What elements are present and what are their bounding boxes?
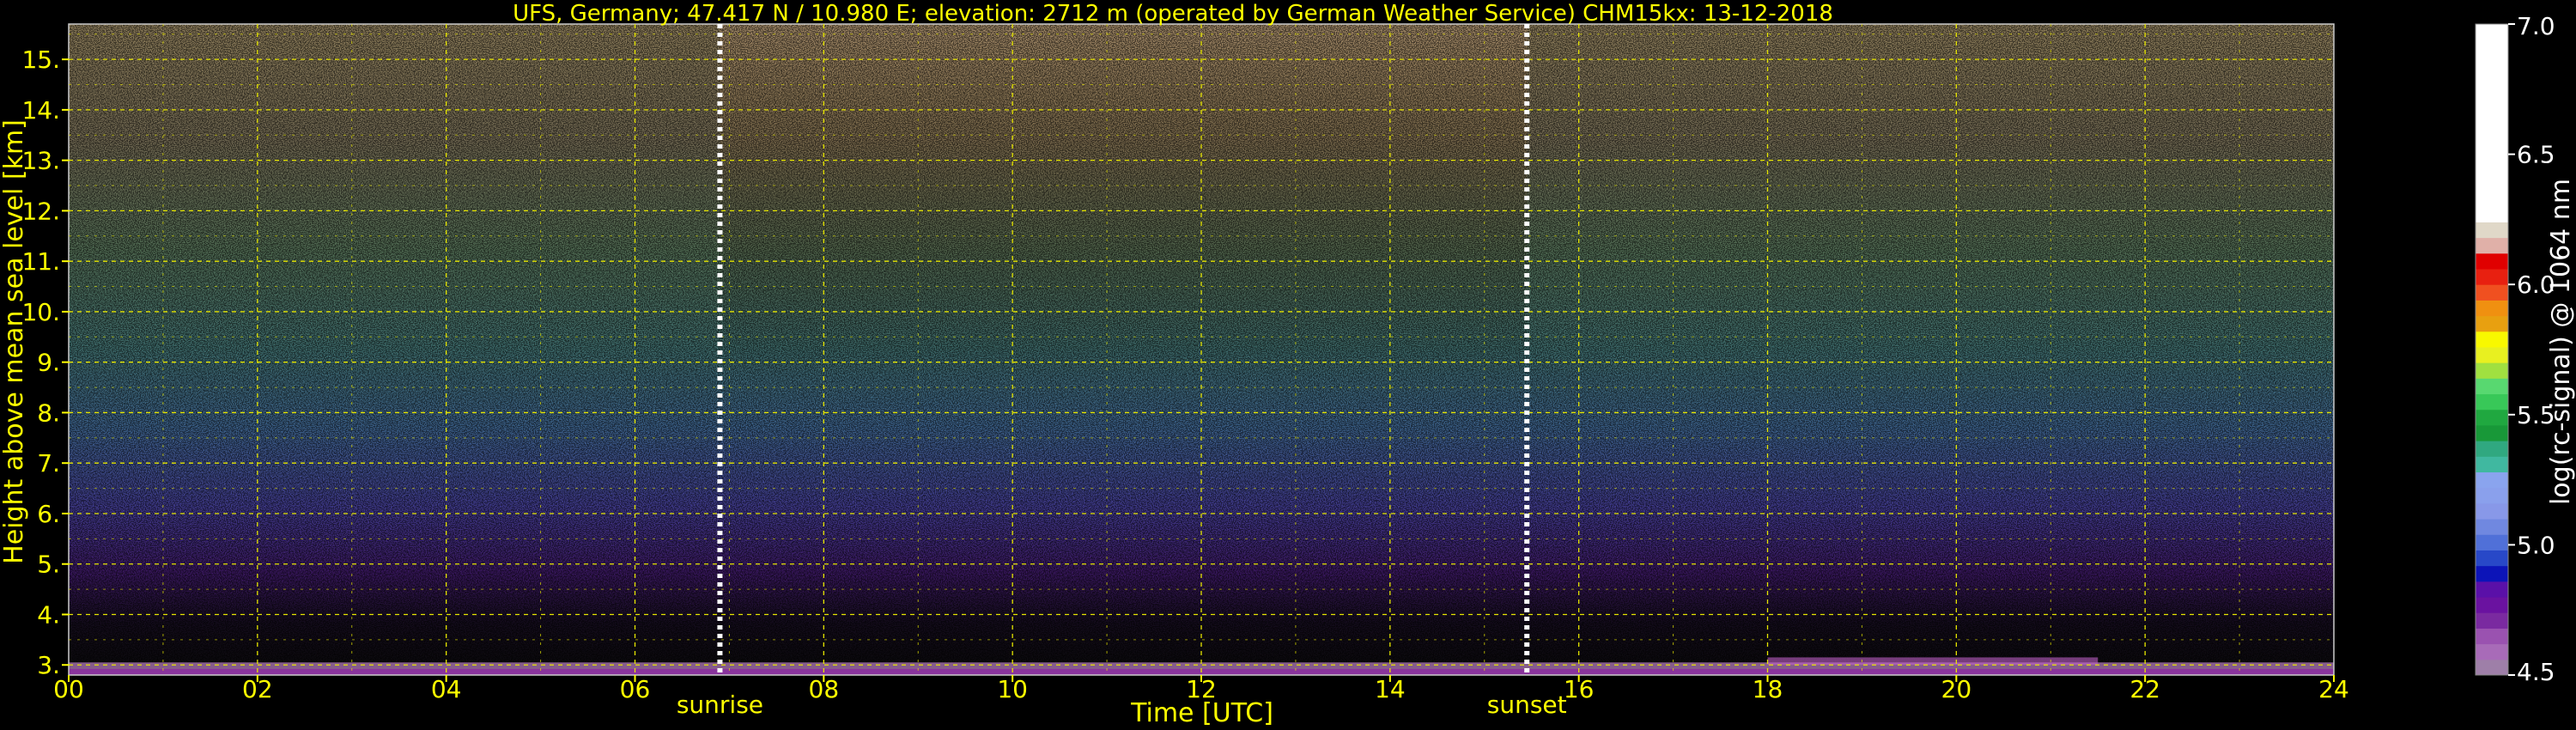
x-tick-label: 08 xyxy=(809,675,840,703)
colorbar-level xyxy=(2476,252,2508,270)
colorbar-level xyxy=(2476,300,2508,317)
colorbar-tick-label: 6.5 xyxy=(2517,141,2555,169)
ceilometer-chart: sunrise sunset 00 02 04 06 08 10 12 14 16 18 20 22 24… xyxy=(0,1,2576,728)
y-axis-label: Height above mean sea level [km] xyxy=(0,119,29,564)
colorbar-level xyxy=(2476,487,2508,504)
colorbar-level xyxy=(2476,409,2508,426)
x-tick-label: 18 xyxy=(1753,675,1783,703)
x-tick-label: 20 xyxy=(1941,675,1972,703)
y-tick-label: 9. xyxy=(37,349,60,377)
y-tick-label: 15. xyxy=(21,46,60,74)
colorbar-level xyxy=(2476,502,2508,520)
colorbar xyxy=(2475,23,2509,676)
y-tick-label: 6. xyxy=(37,500,60,528)
y-tick-label: 5. xyxy=(37,551,60,579)
colorbar-level xyxy=(2476,269,2508,285)
y-tick-label: 8. xyxy=(37,398,60,427)
colorbar-level xyxy=(2476,581,2508,598)
chart-title: UFS, Germany; 47.417 N / 10.980 E; eleva… xyxy=(513,1,1833,27)
x-tick-label: 06 xyxy=(620,675,651,703)
sun-marker-label: sunset xyxy=(1487,690,1567,719)
colorbar-level xyxy=(2476,456,2508,473)
colorbar-level xyxy=(2476,222,2508,239)
colorbar-level xyxy=(2476,424,2508,441)
colorbar-tick-label: 4.5 xyxy=(2517,658,2555,686)
colorbar-label: log(rc-signal) @ 1064 nm xyxy=(2546,179,2576,505)
colorbar-tick-label: 7.0 xyxy=(2517,12,2555,40)
y-tick-label: 3. xyxy=(37,651,60,679)
colorbar-level xyxy=(2476,284,2508,301)
colorbar-level xyxy=(2476,471,2508,489)
colorbar-level xyxy=(2476,237,2508,254)
colorbar-level xyxy=(2476,659,2508,676)
y-tick-label: 7. xyxy=(37,449,60,478)
x-tick-label: 04 xyxy=(431,675,462,703)
colorbar-level xyxy=(2476,643,2508,660)
colorbar-level xyxy=(2476,534,2508,551)
colorbar-level xyxy=(2476,628,2508,645)
colorbar-level xyxy=(2476,597,2508,613)
evening-layer xyxy=(1767,657,2099,666)
colorbar-level xyxy=(2476,24,2508,222)
x-tick-label: 24 xyxy=(2318,675,2349,703)
colorbar-tick-label: 5.0 xyxy=(2517,531,2555,559)
colorbar-level xyxy=(2476,519,2508,535)
colorbar-level xyxy=(2476,346,2508,363)
colorbar-level xyxy=(2476,378,2508,395)
x-tick-label: 22 xyxy=(2129,675,2160,703)
sun-marker-label: sunrise xyxy=(677,690,763,719)
colorbar-level xyxy=(2476,612,2508,629)
colorbar-level xyxy=(2476,550,2508,567)
colorbar-level xyxy=(2476,362,2508,379)
colorbar-level xyxy=(2476,441,2508,457)
colorbar-level xyxy=(2476,331,2508,348)
x-tick-label: 02 xyxy=(242,675,273,703)
x-tick-label: 16 xyxy=(1564,675,1595,703)
x-tick-label: 10 xyxy=(997,675,1028,703)
colorbar-level xyxy=(2476,393,2508,411)
x-axis-label: Time [UTC] xyxy=(1130,698,1273,728)
colorbar-level xyxy=(2476,315,2508,332)
colorbar-level xyxy=(2476,565,2508,582)
y-tick-label: 4. xyxy=(37,600,60,629)
x-tick-label: 14 xyxy=(1375,675,1406,703)
